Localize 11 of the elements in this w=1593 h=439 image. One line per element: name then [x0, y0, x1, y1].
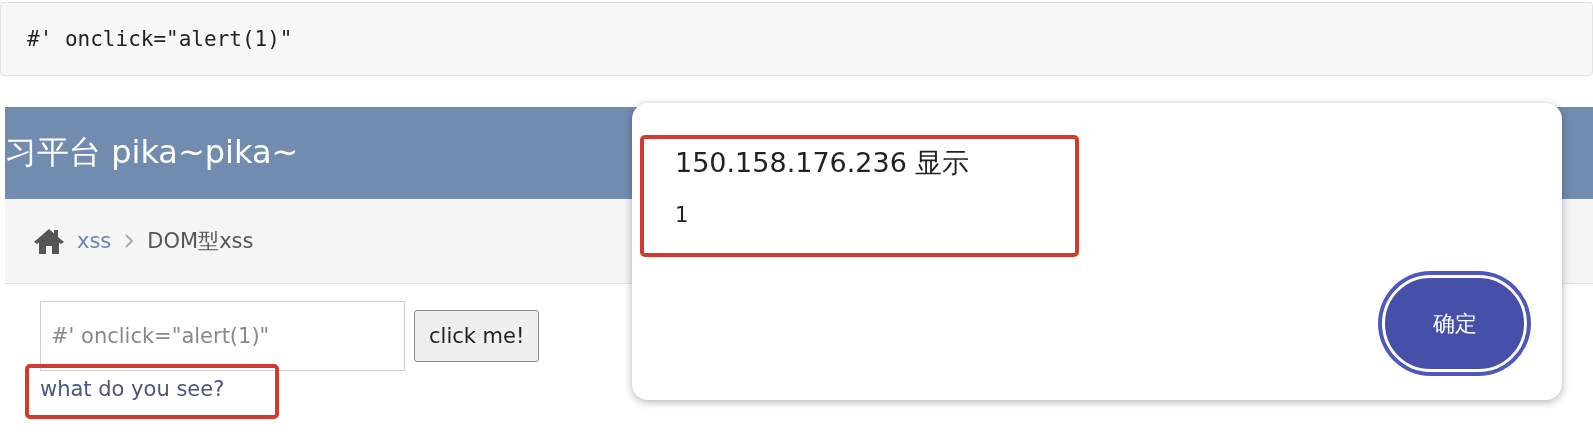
breadcrumb-link[interactable]: xss: [77, 229, 112, 253]
click-me-button[interactable]: click me!: [414, 310, 540, 362]
alert-title: 150.158.176.236 显示: [675, 146, 971, 180]
home-icon[interactable]: [33, 227, 65, 255]
input-field[interactable]: #' onclick="alert(1)": [40, 301, 405, 371]
code-text: #' onclick="alert(1)": [27, 27, 293, 51]
chevron-icon: [123, 233, 136, 249]
breadcrumb-current: DOM型xss: [147, 228, 254, 255]
alert-message: 1: [675, 203, 690, 227]
see-link[interactable]: what do you see?: [40, 377, 225, 401]
site-title: 习平台 pika~pika~: [5, 132, 299, 173]
